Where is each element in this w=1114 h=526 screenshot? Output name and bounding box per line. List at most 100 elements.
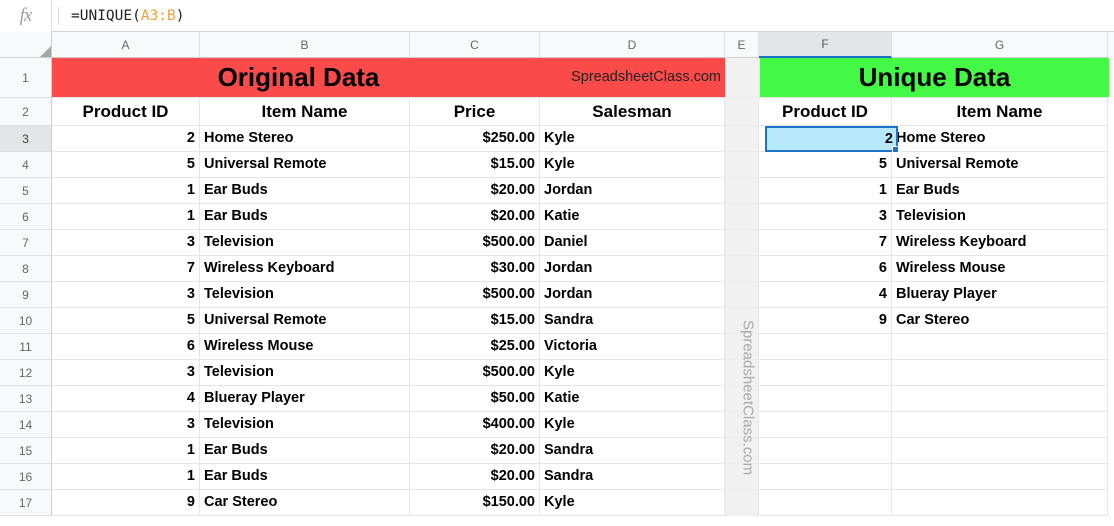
cell-b11-item-name[interactable]: Wireless Mouse	[200, 334, 410, 360]
cell-c14-price[interactable]: $400.00	[410, 412, 540, 438]
row-header-5[interactable]: 5	[0, 178, 52, 204]
selected-cell-f3[interactable]: 2	[765, 126, 898, 152]
row-header-10[interactable]: 10	[0, 308, 52, 334]
cell-e3-spacer[interactable]	[725, 126, 759, 152]
cell-b14-item-name[interactable]: Television	[200, 412, 410, 438]
cell-f15-product-id[interactable]	[759, 438, 892, 464]
cell-e2-spacer[interactable]	[725, 98, 759, 126]
row-header-7[interactable]: 7	[0, 230, 52, 256]
cell-e7-spacer[interactable]	[725, 230, 759, 256]
cell-b5-item-name[interactable]: Ear Buds	[200, 178, 410, 204]
cell-g6-item-name[interactable]: Television	[892, 204, 1108, 230]
cell-b7-item-name[interactable]: Television	[200, 230, 410, 256]
cell-f10-product-id[interactable]: 9	[759, 308, 892, 334]
cell-b16-item-name[interactable]: Ear Buds	[200, 464, 410, 490]
cell-g14-item-name[interactable]	[892, 412, 1108, 438]
cell-d5-salesman[interactable]: Jordan	[540, 178, 725, 204]
cell-d10-salesman[interactable]: Sandra	[540, 308, 725, 334]
row-header-1[interactable]: 1	[0, 58, 52, 98]
column-header-c[interactable]: C	[410, 32, 540, 58]
cell-b3-item-name[interactable]: Home Stereo	[200, 126, 410, 152]
cell-f7-product-id[interactable]: 7	[759, 230, 892, 256]
cell-b8-item-name[interactable]: Wireless Keyboard	[200, 256, 410, 282]
cell-g11-item-name[interactable]	[892, 334, 1108, 360]
cell-b10-item-name[interactable]: Universal Remote	[200, 308, 410, 334]
cell-a6-product-id[interactable]: 1	[52, 204, 200, 230]
cell-f6-product-id[interactable]: 3	[759, 204, 892, 230]
cell-g10-item-name[interactable]: Car Stereo	[892, 308, 1108, 334]
row-header-12[interactable]: 12	[0, 360, 52, 386]
cell-g16-item-name[interactable]	[892, 464, 1108, 490]
cell-d3-salesman[interactable]: Kyle	[540, 126, 725, 152]
header-salesman-original[interactable]: Salesman	[540, 98, 725, 126]
cell-g4-item-name[interactable]: Universal Remote	[892, 152, 1108, 178]
cell-d13-salesman[interactable]: Katie	[540, 386, 725, 412]
cell-c10-price[interactable]: $15.00	[410, 308, 540, 334]
cell-e11-spacer[interactable]	[725, 334, 759, 360]
row-header-17[interactable]: 17	[0, 490, 52, 516]
cell-e8-spacer[interactable]	[725, 256, 759, 282]
cell-e15-spacer[interactable]	[725, 438, 759, 464]
cell-g12-item-name[interactable]	[892, 360, 1108, 386]
cell-a17-product-id[interactable]: 9	[52, 490, 200, 516]
cell-d14-salesman[interactable]: Kyle	[540, 412, 725, 438]
cell-e14-spacer[interactable]	[725, 412, 759, 438]
cell-f14-product-id[interactable]	[759, 412, 892, 438]
cell-g3-item-name[interactable]: Home Stereo	[892, 126, 1108, 152]
fx-button[interactable]: fx	[0, 0, 52, 32]
select-all-corner[interactable]	[0, 32, 52, 58]
cell-c7-price[interactable]: $500.00	[410, 230, 540, 256]
cell-a14-product-id[interactable]: 3	[52, 412, 200, 438]
formula-input[interactable]: =UNIQUE(A3:B)	[59, 8, 185, 24]
cell-f11-product-id[interactable]	[759, 334, 892, 360]
row-header-4[interactable]: 4	[0, 152, 52, 178]
row-header-11[interactable]: 11	[0, 334, 52, 360]
cell-g5-item-name[interactable]: Ear Buds	[892, 178, 1108, 204]
column-header-g[interactable]: G	[892, 32, 1108, 58]
cell-e13-spacer[interactable]	[725, 386, 759, 412]
cell-g13-item-name[interactable]	[892, 386, 1108, 412]
cell-g7-item-name[interactable]: Wireless Keyboard	[892, 230, 1108, 256]
cell-a9-product-id[interactable]: 3	[52, 282, 200, 308]
column-header-b[interactable]: B	[200, 32, 410, 58]
fill-handle[interactable]	[892, 146, 899, 153]
cell-g9-item-name[interactable]: Blueray Player	[892, 282, 1108, 308]
cell-e10-spacer[interactable]	[725, 308, 759, 334]
column-header-f[interactable]: F	[759, 32, 892, 58]
cell-d16-salesman[interactable]: Sandra	[540, 464, 725, 490]
cell-d1-credit[interactable]: SpreadsheetClass.com	[541, 58, 726, 98]
cell-f5-product-id[interactable]: 1	[759, 178, 892, 204]
cell-a7-product-id[interactable]: 3	[52, 230, 200, 256]
header-product-id-original[interactable]: Product ID	[52, 98, 200, 126]
row-header-14[interactable]: 14	[0, 412, 52, 438]
cell-e17-spacer[interactable]	[725, 490, 759, 516]
header-item-name-unique[interactable]: Item Name	[892, 98, 1108, 126]
cell-c8-price[interactable]: $30.00	[410, 256, 540, 282]
cell-a1-original-data-title[interactable]: Original Data	[52, 58, 541, 98]
cell-c3-price[interactable]: $250.00	[410, 126, 540, 152]
spreadsheet-grid[interactable]: A B C D E F G 1 Original Data Spreadshee…	[0, 32, 1114, 526]
cell-f4-product-id[interactable]: 5	[759, 152, 892, 178]
cell-g15-item-name[interactable]	[892, 438, 1108, 464]
row-header-6[interactable]: 6	[0, 204, 52, 230]
cell-e16-spacer[interactable]	[725, 464, 759, 490]
cell-e1-spacer[interactable]	[726, 58, 760, 98]
cell-c13-price[interactable]: $50.00	[410, 386, 540, 412]
cell-f13-product-id[interactable]	[759, 386, 892, 412]
cell-d4-salesman[interactable]: Kyle	[540, 152, 725, 178]
cell-f12-product-id[interactable]	[759, 360, 892, 386]
cell-a16-product-id[interactable]: 1	[52, 464, 200, 490]
row-header-15[interactable]: 15	[0, 438, 52, 464]
cell-c12-price[interactable]: $500.00	[410, 360, 540, 386]
column-header-e[interactable]: E	[725, 32, 759, 58]
cell-c5-price[interactable]: $20.00	[410, 178, 540, 204]
cell-d8-salesman[interactable]: Jordan	[540, 256, 725, 282]
cell-f1-unique-data-title[interactable]: Unique Data	[760, 58, 1109, 98]
cell-a8-product-id[interactable]: 7	[52, 256, 200, 282]
cell-c9-price[interactable]: $500.00	[410, 282, 540, 308]
cell-d15-salesman[interactable]: Sandra	[540, 438, 725, 464]
cell-e4-spacer[interactable]	[725, 152, 759, 178]
cell-a11-product-id[interactable]: 6	[52, 334, 200, 360]
cell-g8-item-name[interactable]: Wireless Mouse	[892, 256, 1108, 282]
cell-b12-item-name[interactable]: Television	[200, 360, 410, 386]
